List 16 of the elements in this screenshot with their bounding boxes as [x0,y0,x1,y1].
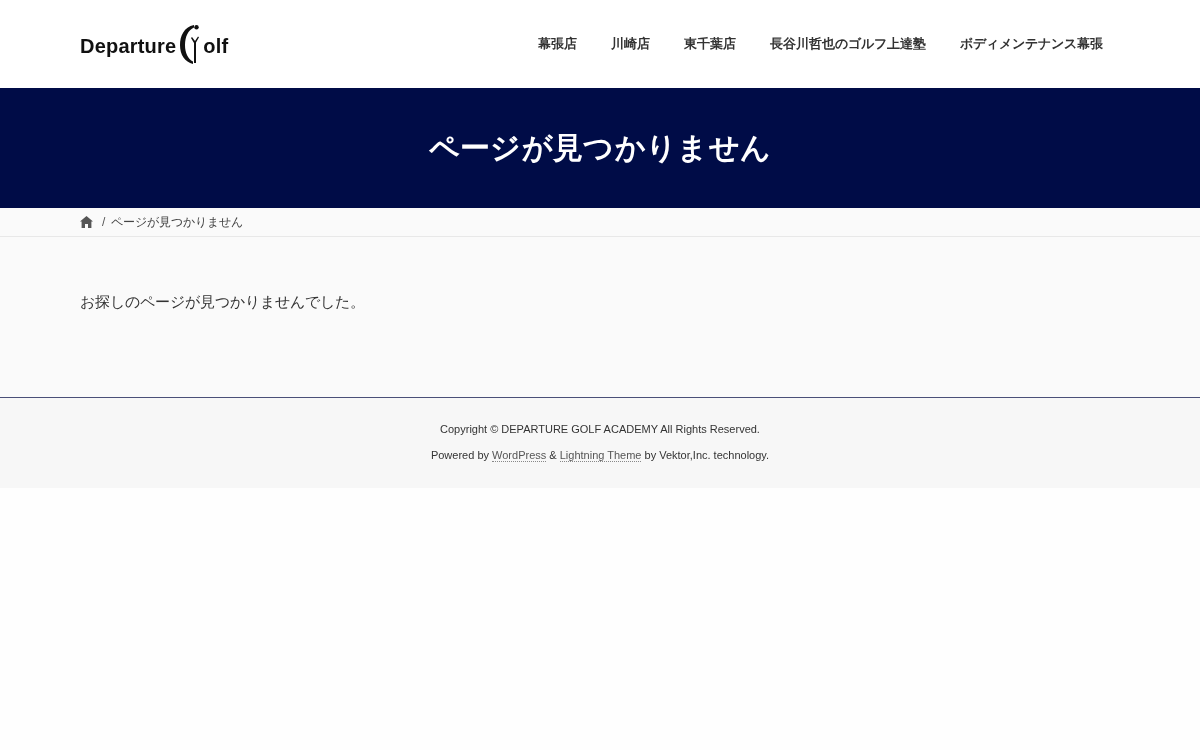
powered-by-text: Powered by WordPress & Lightning Theme by Vektor,Inc. technology. [430,448,770,462]
page-title: ページが見つかりません [428,130,772,166]
nav-link[interactable]: 長谷川哲也のゴルフ上達塾 [753,34,943,54]
not-found-message: お探しのページが見つかりませんでした。 [80,293,365,312]
nav-link[interactable]: 東千葉店 [667,34,753,54]
breadcrumb-current: ページが見つかりません [111,214,244,230]
copyright-text: Copyright © DEPARTURE GOLF ACADEMY All Rights Reserved. [440,422,760,436]
nav-link[interactable]: 川崎店 [594,34,667,54]
logo-text[interactable]: olf [203,35,229,65]
logo-text[interactable]: Departure [80,35,177,65]
footer-link[interactable]: WordPress [492,449,547,462]
footer-link[interactable]: Lightning Theme [559,449,642,462]
breadcrumb-separator: / [102,215,106,229]
home-icon[interactable] [80,216,93,228]
nav-link[interactable]: ボディメンテナンス幕張 [943,34,1120,54]
nav-link[interactable]: 幕張店 [521,34,594,54]
